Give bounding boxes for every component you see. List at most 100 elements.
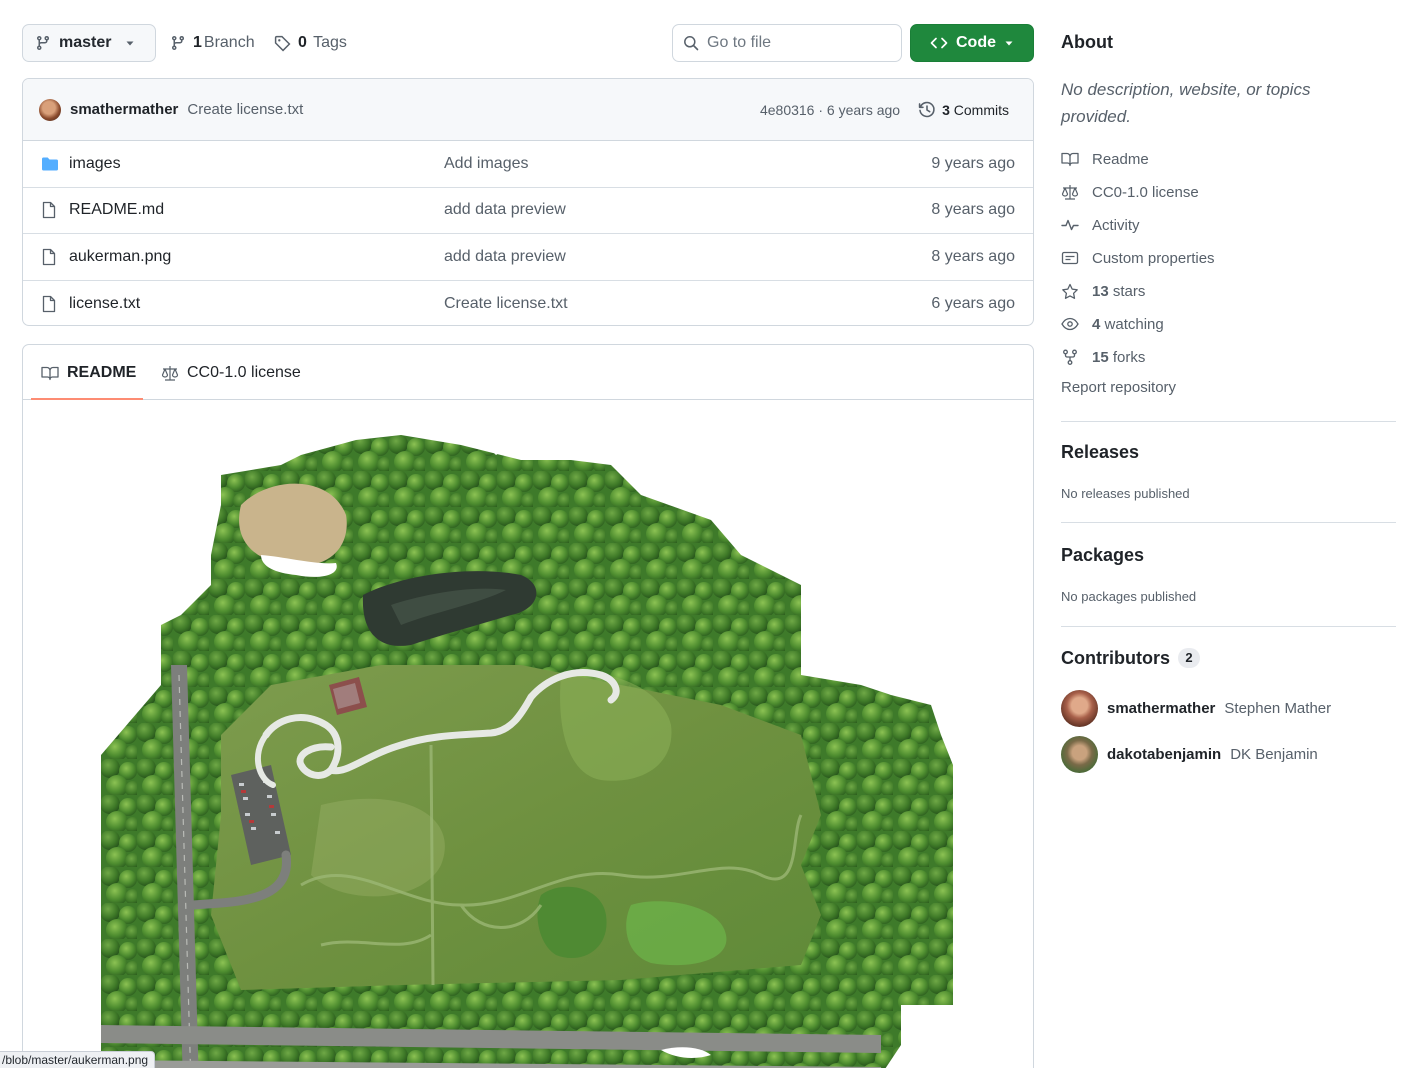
forks-count: 15 xyxy=(1092,348,1109,366)
divider xyxy=(1061,522,1396,523)
file-commit-message[interactable]: Add images xyxy=(444,155,529,173)
go-to-file-input[interactable]: Go to file xyxy=(672,24,902,62)
book-icon xyxy=(41,366,59,380)
packages-heading[interactable]: Packages xyxy=(1061,545,1144,566)
contributor-item[interactable]: smathermather Stephen Mather xyxy=(1061,690,1331,727)
stars-count: 13 xyxy=(1092,282,1109,300)
table-row[interactable]: aukerman.png add data preview 8 years ag… xyxy=(23,234,1033,281)
commit-hash-time[interactable]: 4e80316 · 6 years ago xyxy=(760,102,900,118)
pulse-icon xyxy=(1061,219,1079,231)
tag-count: 0 xyxy=(298,34,307,51)
file-table: smathermather Create license.txt 4e80316… xyxy=(22,78,1034,326)
readme-panel: README CC0-1.0 license xyxy=(22,344,1034,1068)
releases-empty-text: No releases published xyxy=(1061,486,1190,501)
sidebar-item-label: forks xyxy=(1112,348,1146,366)
tags-link[interactable]: 0 Tags xyxy=(274,24,347,62)
contributor-login[interactable]: smathermather xyxy=(1107,700,1215,717)
commit-author[interactable]: smathermather xyxy=(70,101,178,118)
branch-name: master xyxy=(59,34,112,51)
packages-empty-text: No packages published xyxy=(1061,589,1197,604)
file-date: 6 years ago xyxy=(931,294,1015,312)
avatar[interactable] xyxy=(39,98,61,121)
sidebar-item-label: stars xyxy=(1112,282,1146,300)
commit-message[interactable]: Create license.txt xyxy=(187,101,303,118)
go-to-file-placeholder: Go to file xyxy=(707,34,772,51)
scale-icon xyxy=(161,365,179,381)
active-tab-underline xyxy=(31,398,143,400)
sidebar-item-readme[interactable]: Readme xyxy=(1061,148,1149,170)
folder-icon xyxy=(42,157,58,171)
file-commit-message[interactable]: add data preview xyxy=(444,248,566,266)
file-commit-message[interactable]: add data preview xyxy=(444,201,566,219)
commit-count: 3 xyxy=(942,102,950,118)
sidebar-item-stars[interactable]: 13 stars xyxy=(1061,280,1145,302)
sidebar-item-watching[interactable]: 4 watching xyxy=(1061,313,1164,335)
divider xyxy=(1061,421,1396,422)
tag-label: Tags xyxy=(313,34,347,51)
file-date: 8 years ago xyxy=(931,247,1015,265)
sidebar-item-custom-properties[interactable]: Custom properties xyxy=(1061,247,1215,269)
note-icon xyxy=(1061,251,1079,265)
caret-down-icon xyxy=(1005,41,1013,46)
code-label: Code xyxy=(956,34,996,51)
tab-readme[interactable]: README xyxy=(41,345,136,400)
report-repository-link[interactable]: Report repository xyxy=(1061,379,1176,396)
branch-select-button[interactable]: master xyxy=(22,24,156,62)
table-row[interactable]: README.md add data preview 8 years ago xyxy=(23,188,1033,234)
code-button[interactable]: Code xyxy=(910,24,1034,62)
contributor-name: DK Benjamin xyxy=(1230,746,1318,763)
sidebar-item-label: Custom properties xyxy=(1092,249,1215,267)
caret-down-icon xyxy=(126,41,134,46)
sidebar-item-activity[interactable]: Activity xyxy=(1061,214,1140,236)
sidebar-item-label: CC0-1.0 license xyxy=(1092,183,1199,201)
commits-history-link[interactable]: 3 Commits xyxy=(918,101,1009,119)
sidebar-item-label: Readme xyxy=(1092,150,1149,168)
eye-icon xyxy=(1061,317,1079,331)
contributors-title: Contributors xyxy=(1061,648,1170,668)
file-name[interactable]: aukerman.png xyxy=(69,248,171,266)
sidebar-item-license[interactable]: CC0-1.0 license xyxy=(1061,181,1199,203)
file-commit-message[interactable]: Create license.txt xyxy=(444,295,568,313)
status-bar-url: /blob/master/aukerman.png xyxy=(0,1051,156,1068)
git-branch-icon xyxy=(37,35,49,51)
readme-tabs: README CC0-1.0 license xyxy=(23,345,1033,400)
tab-license[interactable]: CC0-1.0 license xyxy=(161,345,301,400)
tab-license-label: CC0-1.0 license xyxy=(187,363,301,381)
avatar[interactable] xyxy=(1061,736,1098,773)
latest-commit-bar: smathermather Create license.txt 4e80316… xyxy=(23,79,1033,141)
tag-icon xyxy=(274,35,291,51)
branches-link[interactable]: 1 Branch xyxy=(170,24,255,62)
file-icon xyxy=(42,295,56,312)
code-icon xyxy=(930,37,948,49)
sidebar-item-forks[interactable]: 15 forks xyxy=(1061,346,1145,368)
table-row[interactable]: images Add images 9 years ago xyxy=(23,141,1033,188)
commit-label: Commits xyxy=(953,102,1009,118)
sidebar-item-label: Activity xyxy=(1092,216,1140,234)
divider xyxy=(1061,626,1396,627)
branch-count: 1 xyxy=(193,34,202,51)
contributors-heading[interactable]: Contributors 2 xyxy=(1061,648,1200,669)
aerial-map-image xyxy=(101,435,957,1068)
contributors-count-badge: 2 xyxy=(1177,648,1200,668)
file-date: 9 years ago xyxy=(931,154,1015,172)
tab-readme-label: README xyxy=(67,363,137,381)
file-name[interactable]: images xyxy=(69,155,121,173)
contributor-name: Stephen Mather xyxy=(1224,700,1332,717)
git-branch-icon xyxy=(172,35,184,51)
history-icon xyxy=(918,101,935,118)
file-icon xyxy=(42,202,56,219)
avatar[interactable] xyxy=(1061,690,1098,727)
about-heading: About xyxy=(1061,32,1113,52)
star-icon xyxy=(1062,283,1078,299)
file-name[interactable]: license.txt xyxy=(69,295,140,313)
sidebar-item-label: watching xyxy=(1104,315,1164,333)
contributor-login[interactable]: dakotabenjamin xyxy=(1107,746,1221,763)
file-icon xyxy=(42,248,56,265)
watching-count: 4 xyxy=(1092,315,1101,333)
book-icon xyxy=(1061,152,1079,167)
releases-heading[interactable]: Releases xyxy=(1061,442,1139,463)
about-description: No description, website, or topics provi… xyxy=(1061,80,1311,126)
file-name[interactable]: README.md xyxy=(69,201,164,219)
table-row[interactable]: license.txt Create license.txt 6 years a… xyxy=(23,281,1033,326)
contributor-item[interactable]: dakotabenjamin DK Benjamin xyxy=(1061,736,1318,773)
